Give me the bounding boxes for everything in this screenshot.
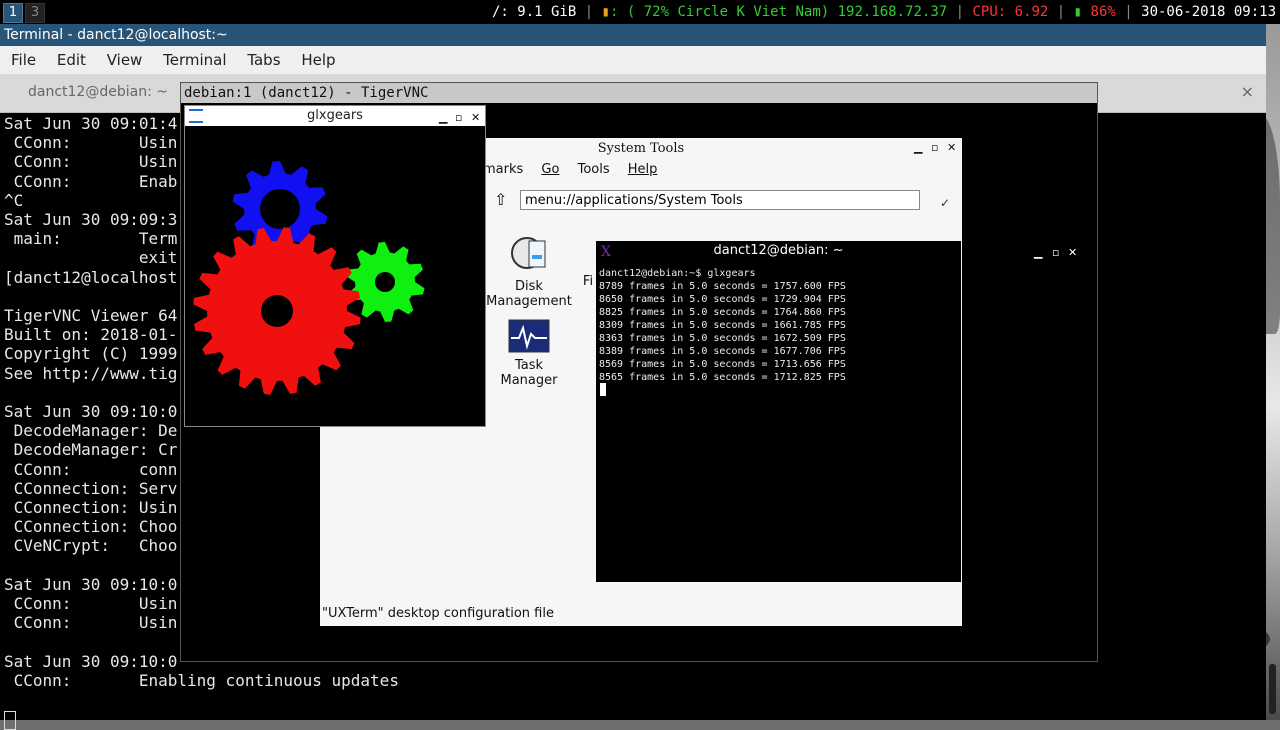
tab-close-icon[interactable]: × [1241, 82, 1254, 101]
glxgears-window[interactable]: glxgears ▁ ▫ ✕ [184, 105, 486, 427]
gear-red-shape [193, 227, 361, 395]
maximize-icon[interactable]: ▫ [455, 108, 462, 128]
terminal-tab[interactable]: danct12@debian: ~ [28, 84, 168, 100]
uxterm-line: 8789 frames in 5.0 seconds = 1757.600 FP… [599, 281, 846, 292]
workspace-1-button[interactable]: 1 [3, 3, 23, 23]
battery-level: 86% [1082, 4, 1116, 20]
minimize-icon[interactable]: ▁ [1034, 243, 1042, 263]
file-item[interactable]: Fi [578, 274, 598, 289]
uxterm-window[interactable]: X danct12@debian: ~ ▁ ▫ ✕ danct12@debian… [596, 241, 1077, 582]
gears-canvas [193, 161, 425, 395]
wifi-status: : ( 72% Circle K Viet Nam) 192.168.72.37 [610, 4, 948, 20]
uxterm-title-bar[interactable]: X danct12@debian: ~ ▁ ▫ ✕ [596, 241, 1077, 261]
tigervnc-title-bar[interactable]: debian:1 (danct12) - TigerVNC [181, 83, 1097, 103]
uxterm-line: 8565 frames in 5.0 seconds = 1712.825 FP… [599, 372, 846, 383]
uxterm-line: 8569 frames in 5.0 seconds = 1713.656 FP… [599, 359, 846, 370]
minimize-icon[interactable]: ▁ [439, 108, 447, 128]
menu-file[interactable]: File [11, 51, 36, 69]
close-icon[interactable]: ✕ [947, 141, 956, 154]
menu-edit[interactable]: Edit [57, 51, 86, 69]
uxterm-line: 8650 frames in 5.0 seconds = 1729.904 FP… [599, 294, 846, 305]
go-up-icon[interactable]: ⇧ [494, 190, 507, 209]
terminal-cursor [4, 711, 16, 730]
uxterm-title: danct12@debian: ~ [713, 243, 844, 258]
clock: 30-06-2018 09:13 [1141, 4, 1276, 20]
green-gear-icon [345, 242, 425, 322]
uxterm-line: 8309 frames in 5.0 seconds = 1661.785 FP… [599, 320, 846, 331]
menu-go[interactable]: Go [541, 162, 559, 177]
top-status-bar: 1 3 /: 9.1 GiB | ▮: ( 72% Circle K Viet … [0, 0, 1280, 24]
terminal-menu-bar: File Edit View Terminal Tabs Help [0, 46, 1266, 74]
terminal-scrollbar[interactable] [1266, 24, 1280, 720]
uxterm-line: 8363 frames in 5.0 seconds = 1672.509 FP… [599, 333, 846, 344]
uxterm-output[interactable]: danct12@debian:~$ glxgears 8789 frames in… [599, 267, 846, 384]
task-manager-item[interactable]: Task Manager [484, 318, 574, 388]
menu-tabs[interactable]: Tabs [247, 51, 280, 69]
menu-help[interactable]: Help [628, 162, 658, 177]
task-manager-label: Task Manager [500, 358, 558, 388]
file-manager-status-bar: "UXTerm" desktop configuration file [322, 606, 554, 621]
check-icon[interactable]: ✓ [940, 196, 950, 210]
file-item-label: Fi [582, 274, 594, 289]
menu-bookmarks[interactable]: marks [483, 162, 523, 177]
menu-view[interactable]: View [107, 51, 143, 69]
uxterm-prompt: danct12@debian:~$ glxgears [599, 268, 756, 279]
maximize-icon[interactable]: ▫ [1052, 243, 1059, 263]
menu-tools[interactable]: Tools [578, 162, 610, 177]
battery-icon: ▮ [1073, 4, 1083, 20]
red-gear-icon [193, 227, 361, 395]
glxgears-title: glxgears [307, 108, 363, 123]
terminal-title-bar[interactable]: Terminal - danct12@localhost:~ [0, 24, 1266, 46]
close-icon[interactable]: ✕ [471, 108, 480, 128]
disk-management-label: Disk Management [486, 279, 572, 309]
status-indicators: /: 9.1 GiB | ▮: ( 72% Circle K Viet Nam)… [491, 4, 1276, 20]
disk-management-item[interactable]: Disk Management [484, 231, 574, 309]
minimize-icon[interactable]: ▁ [914, 141, 922, 154]
uxterm-line: 8389 frames in 5.0 seconds = 1677.706 FP… [599, 346, 846, 357]
workspace-3-button[interactable]: 3 [25, 3, 45, 23]
close-icon[interactable]: ✕ [1068, 243, 1077, 263]
terminal-line: CConn: Enabling continuous updates [4, 670, 399, 690]
wifi-icon: ▮ [601, 4, 611, 20]
task-manager-icon [508, 319, 550, 353]
location-bar[interactable]: menu://applications/System Tools [520, 190, 920, 210]
file-manager-menu: marks Go Tools Help [483, 162, 671, 177]
menu-terminal[interactable]: Terminal [163, 51, 226, 69]
gear-green-shape [345, 242, 425, 322]
cpu-load: CPU: 6.92 [972, 4, 1049, 20]
menu-help[interactable]: Help [301, 51, 335, 69]
disk-usage: /: 9.1 GiB [491, 4, 577, 20]
maximize-icon[interactable]: ▫ [931, 141, 938, 154]
disk-icon [511, 237, 546, 269]
uxterm-line: 8825 frames in 5.0 seconds = 1764.860 FP… [599, 307, 846, 318]
uxterm-cursor [600, 383, 606, 396]
x-logo-icon: X [601, 244, 611, 260]
window-menu-icon[interactable] [189, 109, 203, 123]
glxgears-title-bar[interactable]: glxgears ▁ ▫ ✕ [185, 106, 485, 126]
